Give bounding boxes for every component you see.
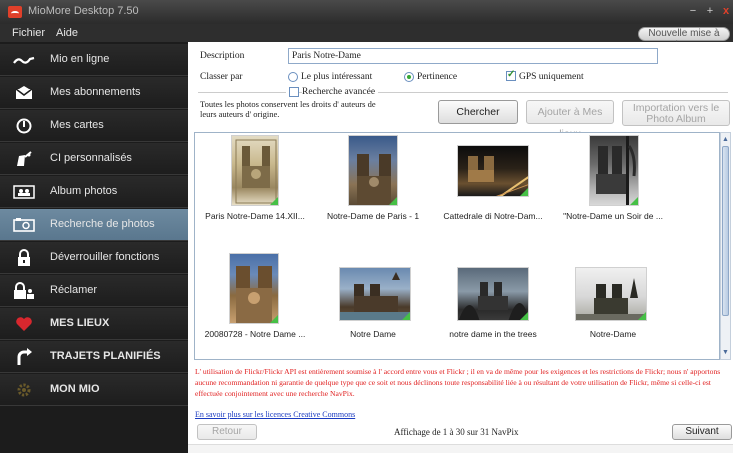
sidebar-item-label: Réclamer — [50, 284, 98, 296]
pager-status: Affichage de 1 à 30 sur 31 NavPix — [394, 427, 519, 437]
next-button[interactable]: Suivant — [672, 424, 732, 440]
menu-bar: Fichier Aide Nouvelle mise à jour — [0, 24, 733, 51]
geotag-marker — [520, 312, 528, 320]
power-circle-icon — [12, 116, 36, 136]
sort-label: Classer par — [200, 72, 243, 82]
advanced-search-label: Recherche avancée — [302, 87, 379, 97]
maximize-button[interactable]: + — [704, 4, 716, 18]
scroll-thumb[interactable] — [722, 146, 729, 316]
menu-fichier[interactable]: Fichier — [12, 27, 45, 39]
app-logo-icon — [8, 6, 22, 18]
sidebar-item-label: MON MIO — [50, 383, 100, 395]
gear-icon — [12, 380, 36, 400]
scroll-down-arrow-icon[interactable]: ▼ — [721, 347, 730, 358]
gps-only-label: GPS uniquement — [519, 72, 584, 82]
sidebar-item-label: Recherche de photos — [50, 218, 155, 230]
sidebar-item-label: Album photos — [50, 185, 118, 197]
result-caption: notre dame in the trees — [449, 329, 537, 339]
result-thumbnail[interactable] — [229, 253, 279, 324]
sidebar-item-recherche-de-photos[interactable]: Recherche de photos — [0, 209, 188, 241]
geotag-marker — [638, 312, 646, 320]
photo-search-panel: Description Paris Notre-Dame Classer par… — [188, 42, 733, 453]
results-scrollbar[interactable]: ▲ ▼ — [720, 132, 731, 360]
description-label: Description — [200, 51, 245, 61]
heart-icon — [12, 314, 36, 334]
sidebar-item-mon-mio[interactable]: MON MIO — [0, 374, 188, 406]
padlock-icon — [12, 248, 36, 268]
result-caption: Notre-Dame de Paris - 1 — [326, 211, 420, 221]
thumbs-pin-icon — [12, 149, 36, 169]
rights-note: Toutes les photos conservent les droits … — [200, 99, 376, 119]
result-caption: Paris Notre-Dame 14.XII... — [205, 211, 305, 221]
sidebar-item-label: Mio en ligne — [50, 53, 110, 65]
camera-icon — [12, 215, 36, 235]
route-arrow-icon — [12, 347, 36, 367]
window-title: MioMore Desktop 7.50 — [28, 5, 139, 17]
add-to-places-button[interactable]: Ajouter à Mes lieux — [526, 100, 614, 140]
geotag-marker — [520, 188, 528, 196]
sidebar-item-label: Mes abonnements — [50, 86, 141, 98]
result-thumbnail[interactable] — [457, 267, 529, 321]
back-button[interactable]: Retour — [197, 424, 257, 440]
result-thumbnail[interactable] — [231, 135, 279, 206]
result-caption: Cattedrale di Notre-Dam... — [443, 211, 543, 221]
results-grid: Paris Notre-Dame 14.XII... Notre-Dame de… — [194, 132, 720, 360]
signal-wave-icon — [12, 50, 36, 70]
import-album-button[interactable]: Importation vers le Photo Album — [622, 100, 730, 126]
minimize-button[interactable]: − — [687, 4, 699, 18]
sidebar-item-trajets-planifies[interactable]: TRAJETS PLANIFIÉS — [0, 341, 188, 373]
envelope-icon — [12, 83, 36, 103]
result-thumbnail[interactable] — [575, 267, 647, 321]
sidebar: Mio en ligne Mes abonnements Mes cartes … — [0, 42, 188, 453]
geotag-marker — [630, 197, 638, 205]
status-strip — [188, 444, 733, 453]
result-thumbnail[interactable] — [339, 267, 411, 321]
update-button[interactable]: Nouvelle mise à jour — [638, 27, 730, 51]
sidebar-item-label: Mes cartes — [50, 119, 104, 131]
sidebar-item-mio-en-ligne[interactable]: Mio en ligne — [0, 44, 188, 76]
scroll-up-arrow-icon[interactable]: ▲ — [721, 134, 730, 145]
title-bar: MioMore Desktop 7.50 − + x — [0, 0, 733, 24]
geotag-marker — [270, 315, 278, 323]
flickr-disclaimer: L' utilisation de Flickr/Flickr API est … — [195, 367, 721, 398]
sidebar-item-reclamer[interactable]: Réclamer — [0, 275, 188, 307]
sidebar-item-mes-cartes[interactable]: Mes cartes — [0, 110, 188, 142]
geotag-marker — [402, 312, 410, 320]
sidebar-item-label: CI personnalisés — [50, 152, 132, 164]
search-button[interactable]: Chercher — [438, 100, 518, 124]
photo-album-icon — [12, 182, 36, 202]
gps-only-checkbox[interactable] — [506, 69, 516, 81]
result-thumbnail[interactable] — [457, 145, 529, 197]
sidebar-item-label: Déverrouiller fonctions — [50, 251, 160, 263]
sidebar-item-deverrouiller-fonctions[interactable]: Déverrouiller fonctions — [0, 242, 188, 274]
close-button[interactable]: x — [720, 4, 732, 18]
sidebar-item-album-photos[interactable]: Album photos — [0, 176, 188, 208]
menu-aide[interactable]: Aide — [56, 27, 78, 39]
radio-relevance[interactable] — [404, 72, 414, 82]
result-caption: 20080728 - Notre Dame ... — [204, 329, 306, 339]
sidebar-item-ci-personnalises[interactable]: CI personnalisés — [0, 143, 188, 175]
result-caption: Notre Dame — [350, 329, 396, 339]
divider — [198, 92, 286, 93]
creative-commons-link[interactable]: En savoir plus sur les licences Creative… — [195, 410, 355, 419]
advanced-search-checkbox[interactable] — [289, 87, 299, 97]
sidebar-item-label: MES LIEUX — [50, 317, 110, 329]
geotag-marker — [389, 197, 397, 205]
result-caption: Notre-Dame — [589, 329, 637, 339]
radio-interesting-label: Le plus intéressant — [301, 72, 373, 82]
radio-interesting[interactable] — [288, 72, 298, 82]
radio-relevance-label: Pertinence — [417, 72, 458, 82]
lock-people-icon — [12, 281, 36, 301]
sidebar-item-mes-lieux[interactable]: MES LIEUX — [0, 308, 188, 340]
result-thumbnail[interactable] — [589, 135, 639, 206]
sidebar-item-label: TRAJETS PLANIFIÉS — [50, 350, 161, 362]
result-caption: "Notre-Dame un Soir de ... — [563, 211, 663, 221]
geotag-marker — [270, 197, 278, 205]
result-thumbnail[interactable] — [348, 135, 398, 206]
description-input[interactable]: Paris Notre-Dame — [288, 48, 658, 64]
sidebar-item-mes-abonnements[interactable]: Mes abonnements — [0, 77, 188, 109]
